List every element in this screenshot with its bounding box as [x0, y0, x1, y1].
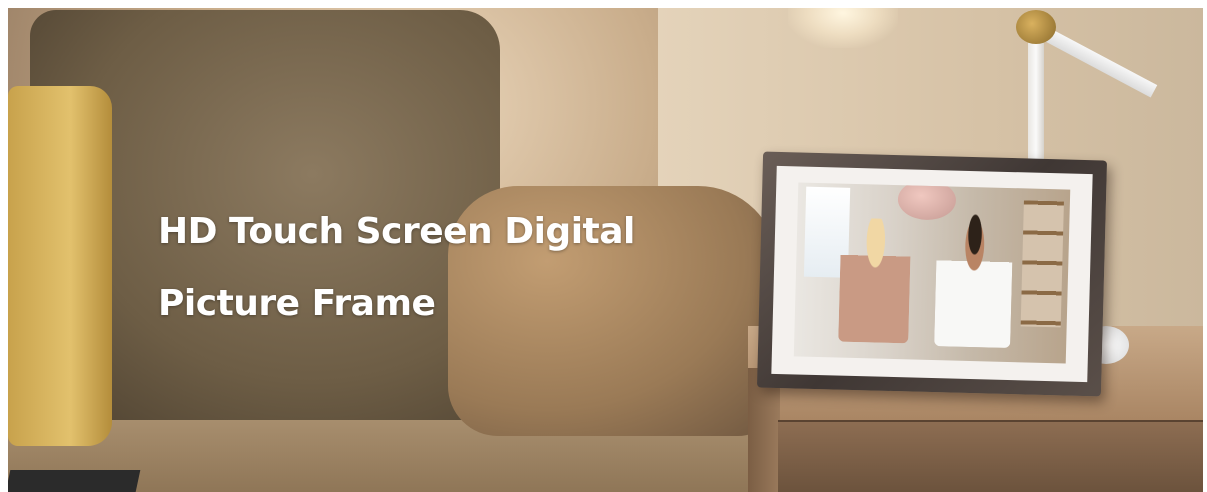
hero-banner: HD Touch Screen Digital Picture Frame: [8, 8, 1203, 492]
frame-mat: [771, 165, 1093, 383]
nightstand-drawer: [778, 420, 1203, 492]
headline-line-2: Picture Frame: [158, 283, 436, 324]
photo-balloon: [897, 182, 957, 221]
lamp-light: [788, 8, 898, 48]
headline-line-1: HD Touch Screen Digital: [158, 211, 635, 252]
photo-shelf: [1020, 200, 1064, 328]
floor-object: [8, 470, 141, 492]
hero-headline: HD Touch Screen Digital Picture Frame: [158, 196, 678, 340]
frame-photo: [793, 182, 1071, 364]
digital-picture-frame: [756, 151, 1108, 397]
lamp-joint: [1016, 10, 1056, 44]
sofa-pillow-yellow: [8, 86, 112, 446]
photo-man: [934, 212, 1014, 349]
photo-woman: [838, 217, 912, 344]
